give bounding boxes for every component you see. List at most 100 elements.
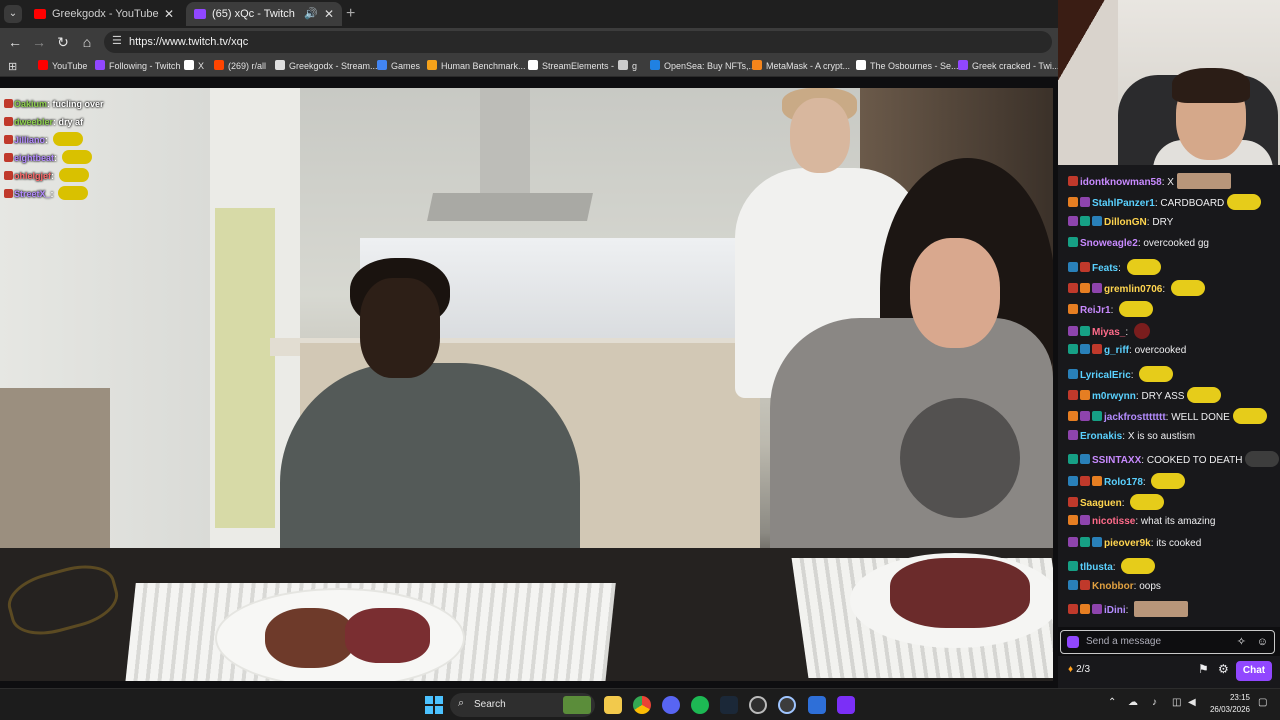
chat-badge-icon[interactable] (1092, 215, 1102, 226)
chat-message[interactable]: Eronakis: X is so austism (1058, 429, 1280, 444)
chat-message[interactable]: m0rwynn: DRY ASS (1058, 387, 1280, 404)
emote-icon[interactable] (1134, 601, 1189, 617)
chat-message[interactable]: Feats: (1058, 258, 1280, 276)
chat-badge-icon[interactable] (1080, 215, 1090, 226)
emote-icon[interactable] (1139, 365, 1174, 382)
tab-twitch[interactable]: (65) xQc - Twitch 🔊 ✕ (186, 2, 342, 26)
chat-badge-icon[interactable] (1068, 411, 1078, 422)
reload-icon[interactable]: ↻ (54, 33, 72, 51)
chat-badge-icon[interactable] (1092, 283, 1102, 293)
chat-badge-icon[interactable] (1068, 368, 1078, 379)
steam-icon[interactable] (720, 696, 738, 714)
audio-icon[interactable]: 🔊 (304, 2, 318, 26)
chat-username[interactable]: Saaguen (1080, 498, 1122, 509)
chat-username[interactable]: gremlin0706 (1104, 284, 1162, 295)
chat-badge-icon[interactable] (1068, 429, 1078, 440)
chat-badge-icon[interactable] (1092, 344, 1102, 355)
back-icon[interactable]: ← (6, 33, 24, 51)
obs-icon[interactable] (749, 696, 767, 714)
chat-username[interactable]: StahlPanzer1 (1092, 198, 1155, 209)
emote-icon[interactable] (1121, 558, 1156, 575)
chat-badge-icon[interactable] (1080, 475, 1090, 486)
app-grid-icon[interactable] (837, 696, 855, 714)
chat-username[interactable]: tlbusta (1080, 562, 1113, 573)
chat-username[interactable]: DillonGN (1104, 217, 1147, 228)
chat-username[interactable]: Knobbor (1092, 581, 1134, 592)
chat-badge-icon[interactable] (1068, 497, 1078, 507)
chat-username[interactable]: ReiJr1 (1080, 305, 1111, 316)
chat-message[interactable]: g_riff: overcooked (1058, 344, 1280, 358)
tab-search-button[interactable]: ⌄ (4, 5, 22, 23)
chat-badge-icon[interactable] (1068, 515, 1078, 526)
chat-badge-icon[interactable] (1068, 579, 1078, 590)
chat-username[interactable]: g_riff (1104, 345, 1129, 356)
emote-icon[interactable] (1176, 173, 1231, 189)
bookmark-item[interactable]: Following - Twitch (95, 56, 180, 77)
chat-message[interactable]: Saaguen: (1058, 494, 1280, 511)
emote-icon[interactable] (1151, 472, 1186, 489)
chat-message[interactable]: gremlin0706: (1058, 280, 1280, 297)
chat-badge-icon[interactable] (1068, 283, 1078, 293)
chat-badge-icon[interactable] (1068, 454, 1078, 465)
chat-badge-icon[interactable] (1068, 215, 1078, 226)
chat-badge-icon[interactable] (1092, 536, 1102, 547)
chat-badge-icon[interactable] (1068, 304, 1078, 315)
chat-message[interactable]: jackfrosttttttt: WELL DONE (1058, 408, 1280, 425)
chat-message[interactable]: Knobbor: oops (1058, 579, 1280, 594)
twitch-chat-panel[interactable]: idontknowman58: X StahlPanzer1: CARDBOARD… (1058, 165, 1280, 627)
chat-badge-icon[interactable] (1092, 604, 1102, 614)
chat-message-input[interactable]: Send a message ✧ ☺ (1060, 630, 1275, 654)
bits-icon[interactable]: ✧ (1237, 631, 1246, 653)
chat-username[interactable]: iDini (1104, 605, 1126, 616)
chat-badge-icon[interactable] (1080, 344, 1090, 355)
chat-message[interactable]: DillonGN: DRY (1058, 215, 1280, 230)
shield-icon[interactable] (808, 696, 826, 714)
bookmark-item[interactable]: StreamElements - (528, 56, 614, 77)
chat-username[interactable]: Rolo178 (1104, 477, 1143, 488)
chat-username[interactable]: Eronakis (1080, 431, 1122, 442)
emote-picker-icon[interactable]: ☺ (1257, 631, 1268, 653)
emote-icon[interactable] (1133, 322, 1150, 339)
taskbar-search[interactable]: ⌕ Search (450, 693, 595, 717)
chat-message[interactable]: StahlPanzer1: CARDBOARD (1058, 194, 1280, 211)
chat-badge-icon[interactable] (1080, 325, 1090, 336)
chat-badge-icon[interactable] (1080, 261, 1090, 272)
chat-username[interactable]: jackfrosttttttt (1104, 412, 1166, 423)
channel-points[interactable]: ♦ 2/3 (1068, 664, 1090, 675)
bookmark-item[interactable]: g (618, 56, 637, 77)
chat-badge-icon[interactable] (1068, 475, 1078, 486)
chat-badge-icon[interactable] (1080, 390, 1090, 400)
apps-grid-icon[interactable]: ⊞ (8, 60, 17, 73)
chat-username[interactable]: Feats (1092, 263, 1118, 274)
chat-message[interactable]: Miyas_: (1058, 322, 1280, 340)
chat-badge-icon[interactable] (1080, 454, 1090, 465)
chat-message[interactable]: nicotisse: what its amazing (1058, 515, 1280, 529)
chat-badge-icon[interactable] (1080, 197, 1090, 208)
chat-message[interactable]: Snoweagle2: overcooked gg (1058, 237, 1280, 251)
chat-username[interactable]: nicotisse (1092, 516, 1135, 527)
chat-badge-icon[interactable] (1068, 261, 1078, 272)
site-info-icon[interactable]: ☰ (112, 34, 122, 47)
chat-badge-icon[interactable] (1068, 237, 1078, 248)
windows-start-icon[interactable] (425, 696, 443, 714)
bookmark-item[interactable]: YouTube (38, 56, 87, 77)
discord-icon[interactable] (662, 696, 680, 714)
spotify-icon[interactable] (691, 696, 709, 714)
microphone-icon[interactable]: ♪ (1152, 697, 1157, 708)
chat-message[interactable]: iDini: (1058, 601, 1280, 618)
chat-badge-icon[interactable] (1080, 515, 1090, 526)
chat-username[interactable]: Miyas_ (1092, 327, 1125, 338)
bookmark-item[interactable]: Human Benchmark... (427, 56, 526, 77)
bookmark-item[interactable]: Greekgodx - Stream... (275, 56, 378, 77)
bookmark-item[interactable]: MetaMask - A crypt... (752, 56, 850, 77)
chat-username[interactable]: SSINTAXX (1092, 455, 1141, 466)
chat-username[interactable]: Snoweagle2 (1080, 238, 1138, 249)
chat-identity-icon[interactable] (1067, 636, 1079, 648)
chat-badge-icon[interactable] (1080, 604, 1090, 614)
bookmark-item[interactable]: The Osbournes - Se... (856, 56, 959, 77)
chat-username[interactable]: pieover9k (1104, 538, 1151, 549)
chat-badge-icon[interactable] (1068, 536, 1078, 547)
tray-overflow-icon[interactable]: ⌃ (1108, 697, 1116, 708)
close-tab-icon[interactable]: ✕ (324, 2, 334, 26)
emote-icon[interactable] (1170, 280, 1205, 296)
